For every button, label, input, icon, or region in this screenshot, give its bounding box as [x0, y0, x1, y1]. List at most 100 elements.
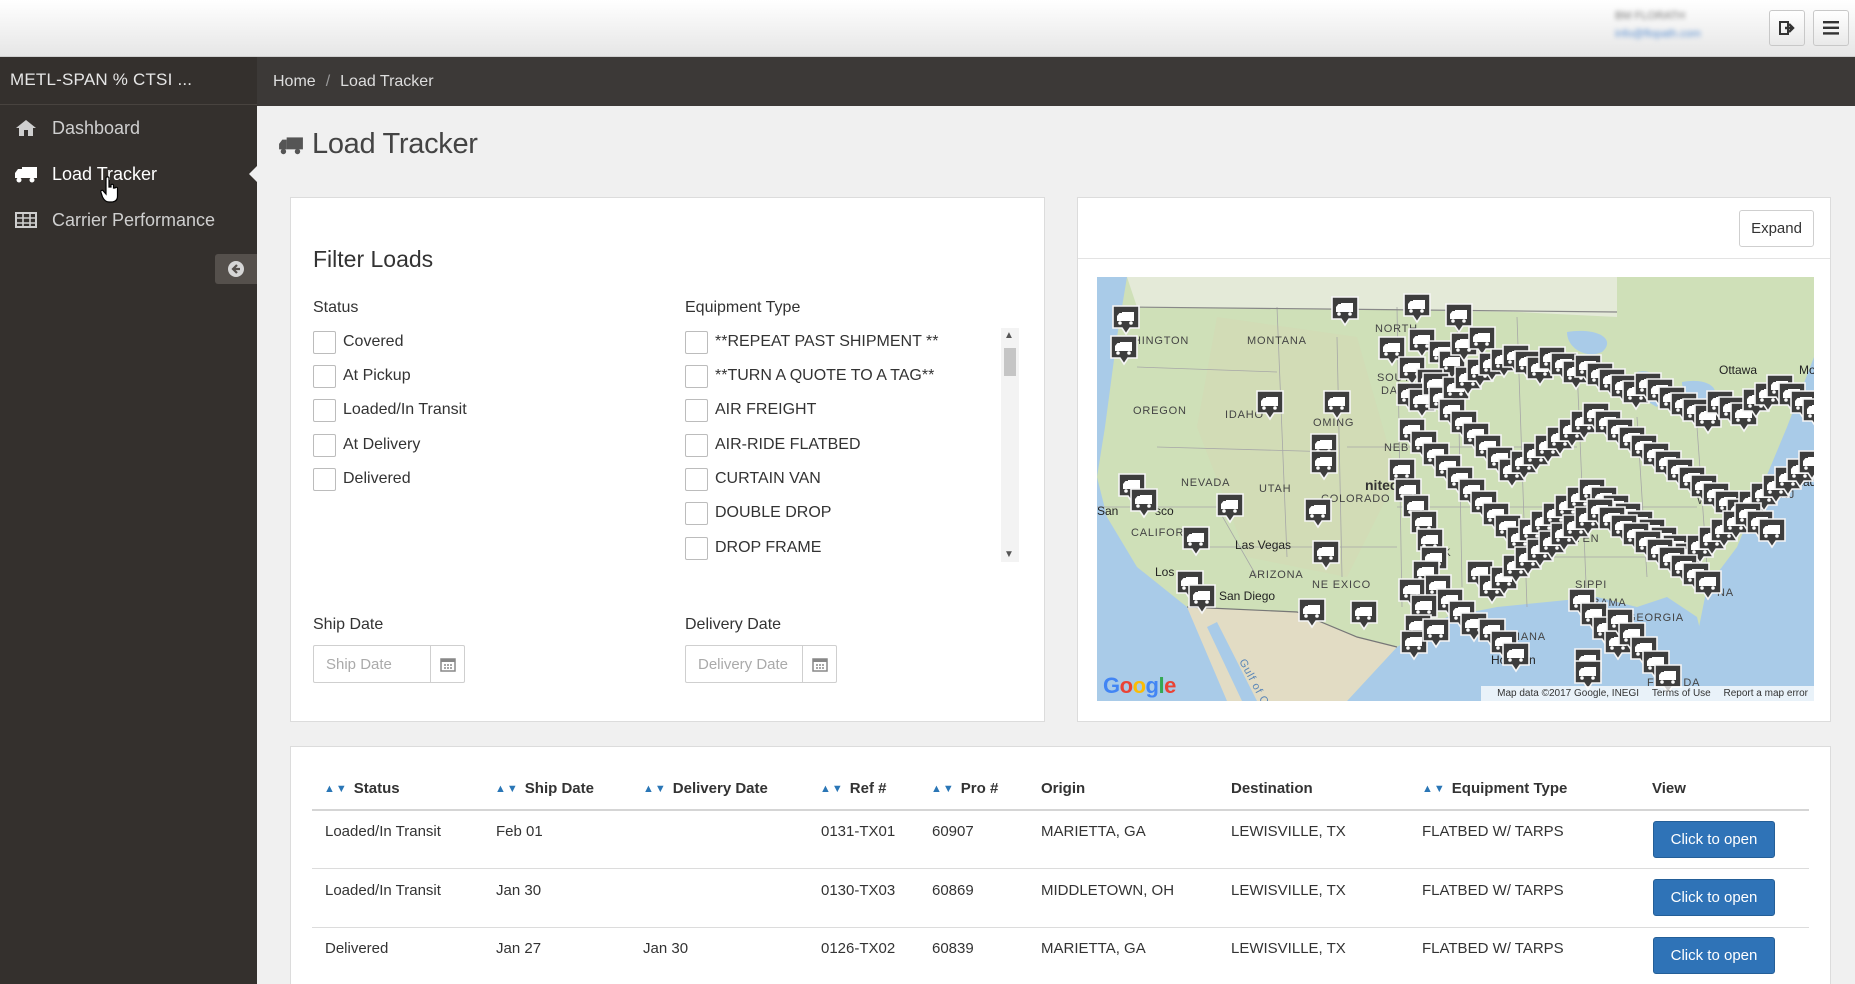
sort-arrows-icon[interactable]: ▲▼	[643, 783, 667, 795]
truck-marker-icon[interactable]	[1322, 389, 1352, 421]
breadcrumb-home-link[interactable]: Home	[273, 73, 316, 91]
truck-marker-icon[interactable]	[1215, 492, 1245, 524]
calendar-icon[interactable]	[430, 646, 464, 682]
cell-ship-date: Jan 27	[496, 940, 542, 957]
checkbox[interactable]	[685, 501, 708, 525]
status-option-at-pickup[interactable]: At Pickup	[313, 364, 411, 388]
truck-marker-icon[interactable]	[1797, 449, 1814, 481]
status-option-covered[interactable]: Covered	[313, 330, 403, 354]
truck-marker-icon[interactable]	[1330, 295, 1360, 327]
checkbox[interactable]	[313, 467, 336, 491]
truck-marker-icon[interactable]	[1111, 304, 1141, 336]
column-header-pro[interactable]: ▲▼ Pro #	[931, 780, 998, 797]
arrow-left-circle-icon	[228, 261, 244, 277]
equipment-scrollbar[interactable]: ▲ ▼	[1001, 328, 1019, 562]
truck-marker-icon[interactable]	[1402, 292, 1432, 324]
column-header-equipment-type[interactable]: ▲▼ Equipment Type	[1422, 780, 1567, 797]
sort-arrows-icon[interactable]: ▲▼	[495, 783, 519, 795]
scroll-up-icon[interactable]: ▲	[1004, 330, 1014, 341]
cell-pro: 60869	[932, 882, 974, 899]
equipment-option[interactable]: DOUBLE DROP	[685, 501, 831, 525]
option-label: DOUBLE DROP	[715, 504, 832, 521]
click-to-open-button[interactable]: Click to open	[1653, 879, 1775, 916]
sort-arrows-icon[interactable]: ▲▼	[931, 783, 955, 795]
expand-button[interactable]: Expand	[1739, 210, 1814, 247]
truck-marker-icon[interactable]	[1129, 487, 1159, 519]
checkbox[interactable]	[685, 398, 708, 422]
truck-marker-icon[interactable]	[1181, 525, 1211, 557]
ship-date-label: Ship Date	[313, 616, 384, 633]
truck-marker-icon[interactable]	[1421, 617, 1451, 649]
sort-arrows-icon[interactable]: ▲▼	[324, 783, 348, 795]
terms-link[interactable]: Terms of Use	[1652, 688, 1711, 699]
checkbox[interactable]	[685, 467, 708, 491]
status-option-at-delivery[interactable]: At Delivery	[313, 433, 420, 457]
delivery-date-label: Delivery Date	[685, 616, 782, 633]
sidebar-item-carrier-performance[interactable]: Carrier Performance	[0, 197, 257, 243]
sort-arrows-icon[interactable]: ▲▼	[1422, 783, 1446, 795]
delivery-date-input[interactable]: Delivery Date	[685, 645, 837, 683]
truck-marker-icon[interactable]	[1349, 599, 1379, 631]
column-header-view: View	[1652, 780, 1686, 797]
click-to-open-button[interactable]: Click to open	[1653, 821, 1775, 858]
sort-arrows-icon[interactable]: ▲▼	[820, 783, 844, 795]
load-map[interactable]: HINGTON MONTANA NORTH DA SOUTH DAKO OREG…	[1097, 277, 1814, 701]
cell-ship-date: Jan 30	[496, 882, 542, 899]
column-header-ref[interactable]: ▲▼ Ref #	[820, 780, 886, 797]
column-header-delivery-date[interactable]: ▲▼ Delivery Date	[643, 780, 768, 797]
checkbox[interactable]	[685, 433, 708, 457]
truck-marker-icon[interactable]	[1501, 641, 1531, 673]
sidebar-item-label: Dashboard	[52, 117, 141, 138]
option-label: **REPEAT PAST SHIPMENT **	[715, 333, 939, 350]
equipment-option[interactable]: DROP FRAME	[685, 536, 821, 560]
map-label: MONTANA	[1247, 335, 1307, 347]
truck-icon	[14, 164, 38, 184]
table-icon	[14, 210, 38, 230]
truck-marker-icon[interactable]	[1693, 569, 1723, 601]
cell-delivery-date: Jan 30	[643, 940, 689, 957]
checkbox[interactable]	[313, 433, 336, 457]
sidebar-collapse-button[interactable]	[215, 254, 257, 284]
equipment-option[interactable]: AIR-RIDE FLATBED	[685, 433, 861, 457]
truck-marker-icon[interactable]	[1109, 334, 1139, 366]
checkbox[interactable]	[313, 398, 336, 422]
sidebar: METL-SPAN % CTSI ... Dashboard Load Trac…	[0, 57, 257, 984]
sidebar-item-load-tracker[interactable]: Load Tracker	[0, 151, 257, 197]
map-data-text: Map data ©2017 Google, INEGI	[1497, 688, 1640, 699]
scrollbar-thumb[interactable]	[1004, 348, 1016, 376]
cell-destination: LEWISVILLE, TX	[1231, 882, 1346, 899]
truck-marker-icon[interactable]	[1309, 449, 1339, 481]
user-name: BM FLORATH	[1615, 10, 1686, 22]
checkbox[interactable]	[685, 330, 708, 354]
click-to-open-button[interactable]: Click to open	[1653, 937, 1775, 974]
equipment-option[interactable]: **TURN A QUOTE TO A TAG**	[685, 364, 934, 388]
scroll-down-icon[interactable]: ▼	[1004, 549, 1014, 560]
user-info[interactable]: BM FLORATH info@flopath.com	[1615, 10, 1745, 50]
truck-marker-icon[interactable]	[1801, 397, 1814, 429]
column-header-ship-date[interactable]: ▲▼ Ship Date	[495, 780, 594, 797]
truck-marker-icon[interactable]	[1757, 517, 1787, 549]
logout-button[interactable]	[1769, 10, 1805, 46]
menu-button[interactable]	[1813, 10, 1849, 46]
ship-date-input[interactable]: Ship Date	[313, 645, 465, 683]
equipment-option[interactable]: **REPEAT PAST SHIPMENT **	[685, 330, 938, 354]
checkbox[interactable]	[313, 330, 336, 354]
status-option-loaded-in-transit[interactable]: Loaded/In Transit	[313, 398, 467, 422]
truck-marker-icon[interactable]	[1297, 597, 1327, 629]
truck-marker-icon[interactable]	[1187, 583, 1217, 615]
checkbox[interactable]	[313, 364, 336, 388]
ship-date-placeholder: Ship Date	[326, 655, 392, 673]
equipment-option[interactable]: AIR FREIGHT	[685, 398, 816, 422]
truck-marker-icon[interactable]	[1255, 389, 1285, 421]
truck-marker-icon[interactable]	[1303, 497, 1333, 529]
report-error-link[interactable]: Report a map error	[1724, 688, 1808, 699]
truck-marker-icon[interactable]	[1311, 539, 1341, 571]
calendar-icon[interactable]	[802, 646, 836, 682]
status-option-delivered[interactable]: Delivered	[313, 467, 411, 491]
sidebar-item-dashboard[interactable]: Dashboard	[0, 105, 257, 151]
column-header-status[interactable]: ▲▼ Status	[324, 780, 400, 797]
checkbox[interactable]	[685, 364, 708, 388]
filter-panel: Filter Loads Status Covered At Pickup Lo…	[290, 197, 1045, 722]
equipment-option[interactable]: CURTAIN VAN	[685, 467, 821, 491]
checkbox[interactable]	[685, 536, 708, 560]
